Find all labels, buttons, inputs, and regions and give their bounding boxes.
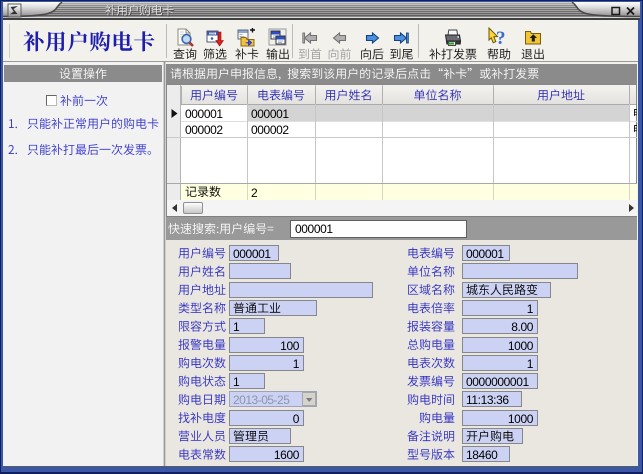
svg-text:?: ?: [496, 28, 506, 48]
